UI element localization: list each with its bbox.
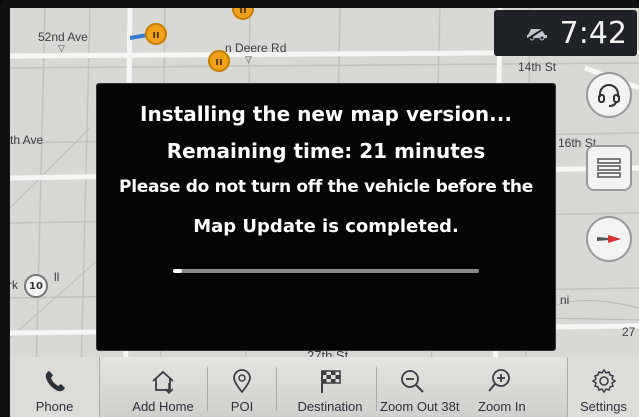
gear-icon: [591, 368, 616, 394]
zoom-out-suffix: 38t: [441, 399, 460, 414]
compass-button[interactable]: [586, 216, 632, 262]
location-pin-icon: [233, 369, 251, 394]
remaining-time-text: Remaining time: 21 minutes: [166, 139, 486, 163]
warning-text-line1: Please do not turn off the vehicle befor…: [119, 177, 533, 197]
street-label-52nd: 52nd Ave ▽: [38, 30, 88, 53]
headset-icon: [598, 84, 620, 107]
zoom-out-icon: [401, 370, 424, 393]
nav-screen: 52nd Ave ▽ n Deere Rd ▽ 14th St th Ave 16t…: [10, 8, 639, 417]
toolbar-divider: [376, 367, 377, 411]
settings-button[interactable]: Settings: [567, 357, 639, 417]
poi-button[interactable]: POI: [210, 357, 274, 417]
home-icon: [152, 370, 174, 395]
zoom-out-button[interactable]: Zoom Out 38t: [378, 357, 478, 417]
add-home-button[interactable]: Add Home: [118, 357, 208, 417]
warning-text-line2: Map Update is completed.: [193, 216, 459, 237]
status-bar: 7:42: [494, 10, 637, 56]
progress-fill: [173, 269, 183, 273]
street-label-ll: ll: [54, 270, 60, 284]
phone-button[interactable]: Phone: [10, 357, 100, 417]
street-label-rk: rk: [10, 278, 18, 292]
checkered-flag-icon: [321, 370, 341, 393]
list-menu-button[interactable]: [586, 145, 632, 191]
destination-button[interactable]: Destination: [282, 357, 378, 417]
street-label-deere: n Deere Rd ▽: [225, 41, 287, 64]
street-label-th-ave: th Ave: [10, 133, 44, 147]
update-progress-bar: [173, 269, 479, 273]
device-bezel: 52nd Ave ▽ n Deere Rd ▽ 14th St th Ave 16t…: [0, 0, 639, 417]
compass-icon: [597, 235, 621, 243]
list-icon: [597, 158, 621, 178]
street-label-27: 27: [622, 325, 636, 339]
car-icon: [525, 25, 548, 41]
phone-icon: [45, 371, 65, 392]
toolbar-divider: [207, 367, 208, 411]
street-label-ni: ni: [560, 293, 570, 307]
poi-marker-icon[interactable]: ıı: [145, 23, 167, 45]
poi-marker-icon[interactable]: ıı: [208, 50, 230, 72]
bottom-toolbar: Phone Add Home POI Destination Zoom Out …: [10, 357, 639, 417]
route-shield-10-icon: 10: [24, 274, 48, 298]
map-update-dialog: Installing the new map version... Remain…: [96, 83, 556, 351]
dialog-title: Installing the new map version...: [140, 102, 512, 126]
toolbar-divider: [276, 367, 277, 411]
voice-assistant-button[interactable]: [586, 72, 632, 118]
zoom-in-icon: [488, 369, 510, 392]
street-label-14th: 14th St: [518, 60, 557, 74]
clock: 7:42: [559, 15, 627, 51]
zoom-in-button[interactable]: Zoom In: [478, 357, 538, 417]
